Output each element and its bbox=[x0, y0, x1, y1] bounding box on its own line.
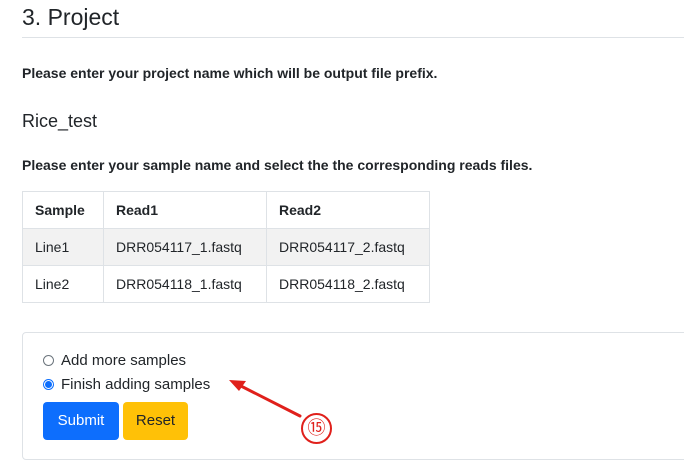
table-header-row: Sample Read1 Read2 bbox=[22, 191, 430, 229]
project-page: 3. Project Please enter your project nam… bbox=[0, 0, 684, 468]
title-divider bbox=[22, 37, 684, 38]
finish-adding-samples-option[interactable]: Finish adding samples bbox=[43, 374, 210, 394]
table-row: Line1 DRR054117_1.fastq DRR054117_2.fast… bbox=[22, 228, 430, 266]
table-row: Line2 DRR054118_1.fastq DRR054118_2.fast… bbox=[22, 265, 430, 303]
add-more-samples-radio[interactable] bbox=[43, 354, 54, 366]
sample-name-cell: Line1 bbox=[22, 228, 104, 266]
annotation-arrow-icon bbox=[229, 380, 302, 418]
read1-file-cell: DRR054117_1.fastq bbox=[103, 228, 267, 266]
column-header-sample: Sample bbox=[22, 191, 104, 229]
add-more-samples-option[interactable]: Add more samples bbox=[43, 350, 186, 370]
sample-name-cell: Line2 bbox=[22, 265, 104, 303]
sample-form-card: Add more samples Finish adding samples S… bbox=[22, 332, 684, 460]
finish-adding-samples-radio[interactable] bbox=[43, 378, 54, 390]
read2-file-cell: DRR054118_2.fastq bbox=[266, 265, 430, 303]
submit-button[interactable]: Submit bbox=[43, 402, 119, 440]
sample-prompt: Please enter your sample name and select… bbox=[22, 157, 533, 173]
section-title: 3. Project bbox=[22, 4, 120, 30]
column-header-read1: Read1 bbox=[103, 191, 267, 229]
read2-file-cell: DRR054117_2.fastq bbox=[266, 228, 430, 266]
reset-button[interactable]: Reset bbox=[123, 402, 188, 440]
read1-file-cell: DRR054118_1.fastq bbox=[103, 265, 267, 303]
finish-adding-samples-label: Finish adding samples bbox=[61, 375, 211, 393]
annotation-step-marker: ⑮ bbox=[301, 413, 332, 444]
project-name: Rice_test bbox=[22, 111, 98, 131]
add-more-samples-label: Add more samples bbox=[61, 351, 187, 369]
project-name-prompt: Please enter your project name which wil… bbox=[22, 65, 438, 81]
samples-table: Sample Read1 Read2 Line1 DRR054117_1.fas… bbox=[22, 191, 430, 303]
column-header-read2: Read2 bbox=[266, 191, 430, 229]
